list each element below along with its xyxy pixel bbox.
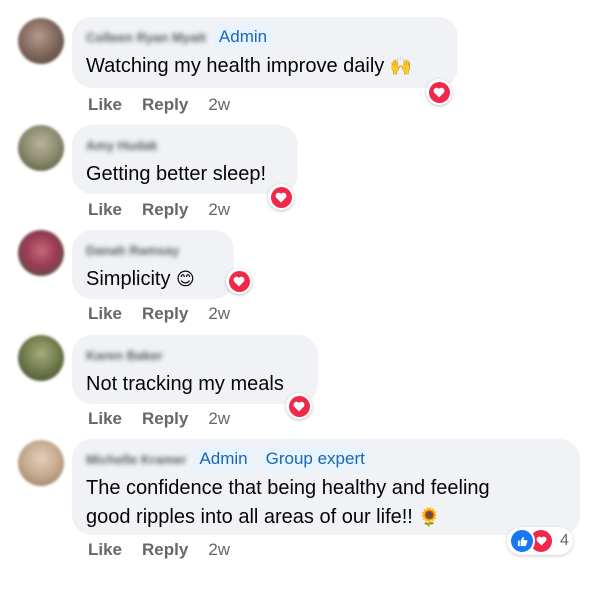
author-name[interactable]: Danah Ramsay: [86, 243, 179, 258]
reply-button[interactable]: Reply: [142, 540, 188, 560]
reply-button[interactable]: Reply: [142, 200, 188, 220]
reply-button[interactable]: Reply: [142, 409, 188, 429]
author-name[interactable]: Michelle Kramer: [86, 452, 186, 467]
avatar[interactable]: [18, 440, 64, 486]
raising-hands-emoji: 🙌: [389, 56, 413, 77]
love-reaction[interactable]: [268, 184, 294, 210]
comment-text: Not tracking my meals: [86, 373, 284, 395]
like-button[interactable]: Like: [88, 409, 122, 429]
comment-bubble: Colleen Ryan Myatt Admin Watching my hea…: [72, 17, 458, 88]
heart-icon: [293, 401, 305, 411]
love-reaction[interactable]: [226, 268, 252, 294]
like-reaction-icon: [509, 528, 535, 554]
heart-icon: [433, 87, 445, 97]
comment-bubble: Michelle Kramer Admin Group expert The c…: [72, 439, 580, 535]
comment-actions: Like Reply 2w: [88, 200, 230, 220]
admin-badge: Admin: [213, 25, 273, 49]
like-button[interactable]: Like: [88, 200, 122, 220]
reaction-count: 4: [560, 532, 569, 549]
comment-text: Watching my health improve daily 🙌: [86, 55, 413, 77]
like-button[interactable]: Like: [88, 95, 122, 115]
avatar[interactable]: [18, 335, 64, 381]
comment-bubble: Amy Hudak Getting better sleep!: [72, 125, 298, 194]
comment-text: Simplicity 😊: [86, 268, 195, 290]
heart-icon: [233, 276, 245, 286]
timestamp[interactable]: 2w: [208, 540, 230, 560]
comment-text: Getting better sleep!: [86, 163, 267, 185]
thumbs-up-icon: [517, 536, 527, 546]
heart-icon: [536, 536, 546, 546]
author-name[interactable]: Amy Hudak: [86, 138, 158, 153]
love-reaction[interactable]: [286, 393, 312, 419]
like-button[interactable]: Like: [88, 304, 122, 324]
sunflower-emoji: 🌻: [418, 507, 441, 528]
avatar[interactable]: [18, 18, 64, 64]
comment-actions: Like Reply 2w: [88, 304, 230, 324]
comment-text-line-1: The confidence that being healthy and fe…: [86, 477, 490, 499]
comment-bubble: Danah Ramsay Simplicity 😊: [72, 230, 234, 299]
author-name[interactable]: Karen Baker: [86, 348, 163, 363]
comment-bubble: Karen Baker Not tracking my meals: [72, 335, 318, 404]
love-reaction[interactable]: [426, 79, 452, 105]
smiling-face-emoji: 😊: [176, 269, 195, 290]
comment-actions: Like Reply 2w: [88, 95, 230, 115]
reply-button[interactable]: Reply: [142, 304, 188, 324]
comment-actions: Like Reply 2w: [88, 540, 230, 560]
like-button[interactable]: Like: [88, 540, 122, 560]
reply-button[interactable]: Reply: [142, 95, 188, 115]
comment-actions: Like Reply 2w: [88, 409, 230, 429]
avatar[interactable]: [18, 230, 64, 276]
timestamp[interactable]: 2w: [208, 200, 230, 220]
admin-badge: Admin: [194, 447, 253, 471]
comment-text: The confidence that being healthy and fe…: [86, 474, 566, 532]
avatar[interactable]: [18, 125, 64, 171]
reaction-summary[interactable]: 4: [507, 527, 573, 555]
group-expert-badge: Group expert: [260, 447, 370, 471]
comment-text-line-2: good ripples into all areas of our life!…: [86, 506, 441, 528]
heart-icon: [275, 192, 287, 202]
timestamp[interactable]: 2w: [208, 304, 230, 324]
timestamp[interactable]: 2w: [208, 409, 230, 429]
author-name[interactable]: Colleen Ryan Myatt: [86, 30, 206, 45]
timestamp[interactable]: 2w: [208, 95, 230, 115]
